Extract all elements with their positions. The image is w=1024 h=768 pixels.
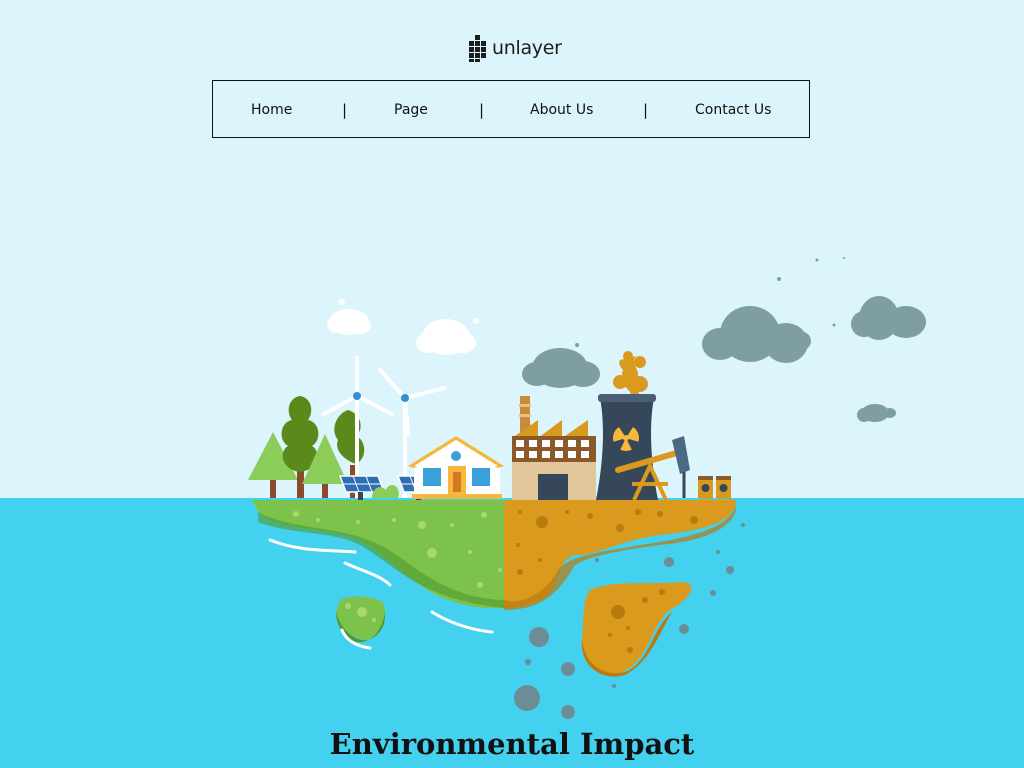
main-nav: Home | Page | About Us | Contact Us <box>212 80 810 138</box>
nav-separator: | <box>342 101 348 119</box>
nav-item-about-us[interactable]: About Us <box>530 101 593 119</box>
sky-background <box>0 0 1024 498</box>
brand-logo[interactable]: unlayer <box>468 32 562 64</box>
brand-name: unlayer <box>492 36 562 59</box>
nav-item-page[interactable]: Page <box>394 101 428 119</box>
nav-separator: | <box>643 101 649 119</box>
page: unlayer Home | Page | About Us | Contact… <box>0 0 1024 768</box>
nav-separator: | <box>479 101 485 119</box>
unlayer-logo-icon <box>469 35 486 62</box>
hero-headline: Environmental Impact <box>329 727 695 761</box>
nav-item-contact-us[interactable]: Contact Us <box>695 101 771 119</box>
nav-item-home[interactable]: Home <box>251 101 292 119</box>
